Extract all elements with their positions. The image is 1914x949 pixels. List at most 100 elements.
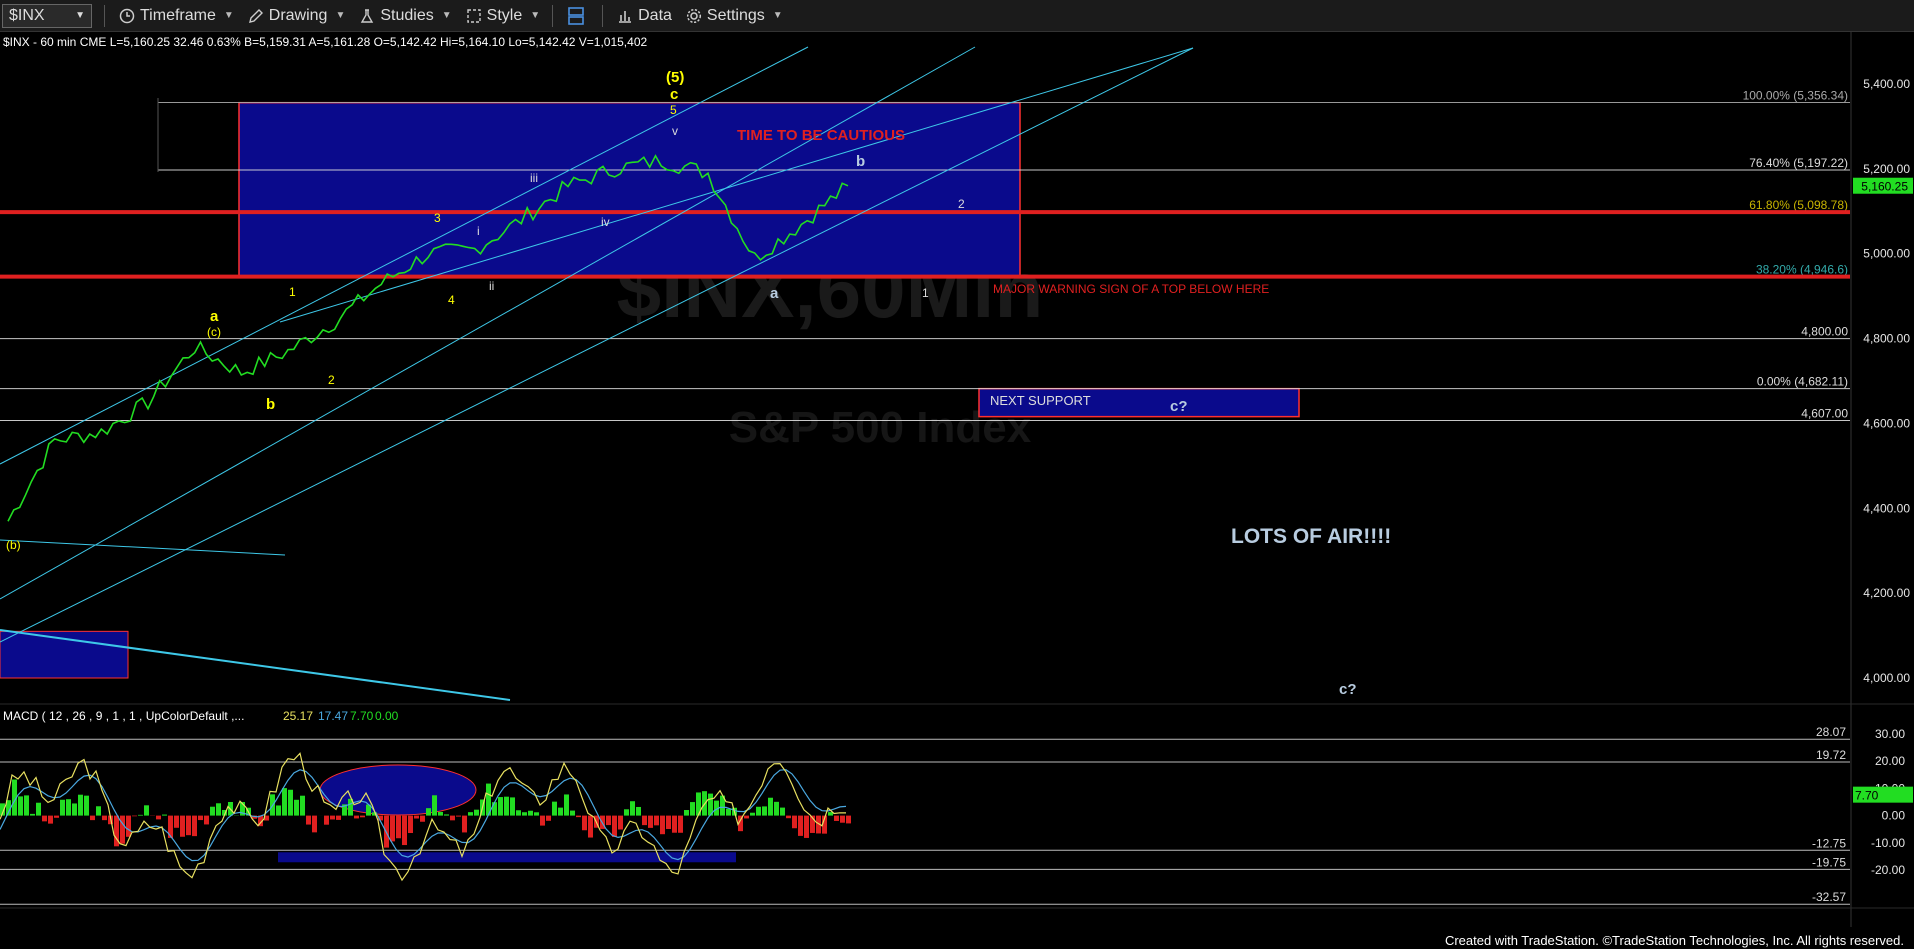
macd-histogram-bar <box>786 815 791 819</box>
bar-chart-icon <box>619 10 632 23</box>
data-button[interactable]: Data <box>617 7 672 25</box>
wave-5: 5 <box>670 103 677 117</box>
wave-v: v <box>672 124 678 138</box>
macd-histogram-bar <box>72 803 77 816</box>
macd-histogram-bar <box>288 789 293 816</box>
macd-histogram-bar <box>312 815 317 833</box>
macd-histogram-bar <box>120 815 125 844</box>
level-label: 4,800.00 <box>1801 325 1848 339</box>
flask-icon <box>361 8 374 23</box>
macd-histogram-bar <box>552 801 557 816</box>
price-axis-tick: 4,200.00 <box>1863 586 1910 600</box>
studies-button[interactable]: Studies ▼ <box>359 7 452 25</box>
macd-histogram-bar <box>618 815 623 830</box>
macd-histogram-bar <box>540 815 545 826</box>
macd-histogram-bar <box>294 799 299 816</box>
macd-histogram-bar <box>678 815 683 833</box>
macd-histogram-bar <box>492 802 497 816</box>
price-chart[interactable]: $INX,60Min S&P 500 Index 100.00% (5,356.… <box>0 32 1914 927</box>
macd-level-label: 28.07 <box>1816 725 1846 739</box>
projection-1: 1 <box>922 286 929 300</box>
wave-3: 3 <box>434 211 441 225</box>
macd-histogram-bar <box>588 815 593 838</box>
macd-histogram-bar <box>144 805 149 816</box>
wave-4: 4 <box>448 293 455 307</box>
macd-histogram-bar <box>48 815 53 824</box>
chevron-down-icon: ▼ <box>441 10 452 21</box>
macd-histogram-bar <box>354 815 359 819</box>
style-icon <box>466 8 481 23</box>
macd-histogram-bar <box>504 796 509 816</box>
price-axis-tick: 4,800.00 <box>1863 332 1910 346</box>
macd-histogram-bar <box>498 797 503 816</box>
wave-b-yellow: b <box>266 396 275 413</box>
macd-histogram-bar <box>576 815 581 818</box>
macd-histogram-bar <box>612 815 617 837</box>
macd-histogram-bar <box>420 815 425 822</box>
symbol-selector[interactable]: $INX ▼ <box>2 3 92 28</box>
macd-histogram-bar <box>18 796 23 816</box>
price-axis-tick: 5,400.00 <box>1863 77 1910 91</box>
macd-axis-tick: 0.00 <box>1882 809 1906 823</box>
macd-histogram-bar <box>456 815 461 817</box>
lots-of-air-label: LOTS OF AIR!!!! <box>1231 525 1391 548</box>
data-label: Data <box>638 6 672 24</box>
chevron-down-icon: ▼ <box>530 10 541 21</box>
drawing-button[interactable]: Drawing ▼ <box>248 7 345 25</box>
layout-button[interactable] <box>567 6 590 26</box>
macd-histogram-bar <box>516 810 521 816</box>
style-button[interactable]: Style ▼ <box>466 7 540 25</box>
macd-histogram-bar <box>534 812 539 816</box>
macd-histogram-bar <box>84 795 89 816</box>
macd-histogram-bar <box>558 807 563 816</box>
down-channel-line-upper <box>0 539 286 556</box>
macd-histogram-bar <box>462 815 467 833</box>
macd-histogram-bar <box>768 797 773 816</box>
macd-histogram-bar <box>468 812 473 816</box>
macd-value-2: 17.47 <box>318 709 348 723</box>
macd-histogram-bar <box>432 795 437 816</box>
macd-level-label: -32.57 <box>1812 890 1846 904</box>
timeframe-button[interactable]: Timeframe ▼ <box>119 7 234 25</box>
macd-histogram-bar <box>744 815 749 819</box>
caution-annotation: TIME TO BE CAUTIOUS <box>737 127 905 144</box>
macd-histogram-bar <box>132 815 137 817</box>
macd-histogram-bar <box>24 795 29 816</box>
macd-histogram-bar <box>654 815 659 826</box>
settings-button[interactable]: Settings ▼ <box>686 7 783 25</box>
macd-level-label: -19.75 <box>1812 855 1846 869</box>
macd-histogram-bar <box>300 795 305 816</box>
macd-histogram-bar <box>210 806 215 816</box>
wave-c-paren: (c) <box>207 325 221 339</box>
macd-histogram-bar <box>606 815 611 826</box>
pencil-icon <box>248 8 263 23</box>
macd-histogram-bar <box>276 805 281 816</box>
macd-histogram-bar <box>690 802 695 816</box>
level-label: 38.20% (4,946.6) <box>1756 262 1848 276</box>
settings-label: Settings <box>706 6 765 24</box>
toolbar-separator <box>104 4 105 27</box>
next-support-label: NEXT SUPPORT <box>990 393 1091 408</box>
macd-value-4: 0.00 <box>375 709 399 723</box>
chevron-down-icon: ▼ <box>223 10 234 21</box>
macd-histogram-bar <box>510 797 515 816</box>
macd-histogram-bar <box>90 815 95 821</box>
toolbar-separator <box>552 4 554 27</box>
macd-histogram-bar <box>846 815 851 824</box>
macd-layer: 28.07 19.72 -12.75 -19.75 -32.57 <box>0 725 1850 905</box>
layout-icon <box>568 6 584 25</box>
macd-histogram-bar <box>30 813 35 816</box>
level-label: 76.40% (5,197.22) <box>1749 156 1848 170</box>
macd-histogram-bar <box>792 815 797 829</box>
macd-histogram-bar <box>648 815 653 828</box>
toolbar: $INX ▼ Timeframe ▼ Drawing ▼ Studies ▼ S… <box>0 0 1914 32</box>
macd-histogram-bar <box>474 809 479 816</box>
macd-histogram-bar <box>324 815 329 825</box>
macd-histogram-bar <box>42 815 47 822</box>
price-axis-tick: 4,600.00 <box>1863 416 1910 430</box>
macd-histogram-bar <box>438 811 443 816</box>
level-label: 0.00% (4,682.11) <box>1757 375 1848 389</box>
wave-iv: iv <box>601 215 610 229</box>
macd-header: MACD ( 12 , 26 , 9 , 1 , 1 , UpColorDefa… <box>3 709 244 723</box>
macd-histogram-bar <box>330 815 335 820</box>
